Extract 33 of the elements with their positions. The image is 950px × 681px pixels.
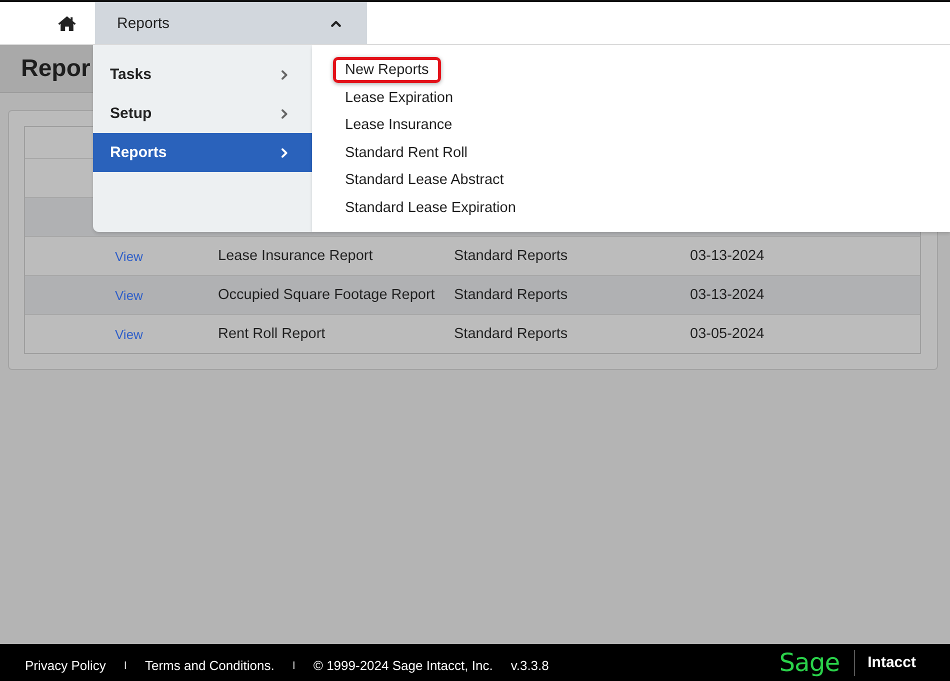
footer-text: v.3.3.8: [510, 658, 549, 673]
submenu-item[interactable]: Standard Lease Expiration: [333, 194, 528, 221]
footer-link[interactable]: Privacy Policy: [25, 658, 106, 673]
separator-text: I: [292, 660, 296, 672]
chevron-right-icon: [281, 148, 288, 158]
table-cell-text: Rent Roll Report: [218, 326, 326, 342]
table-cell-text: Occupied Square Footage Report: [218, 287, 436, 303]
chevron-right-icon: [281, 108, 288, 118]
table-cell-text: Standard Reports: [454, 248, 569, 264]
separator-text: I: [124, 660, 127, 672]
menu-item[interactable]: Setup: [93, 94, 312, 133]
submenu-item[interactable]: Lease Expiration: [333, 84, 466, 111]
table-cell-text: 03-05-2024: [690, 326, 766, 342]
table-cell-text: Standard Reports: [454, 287, 569, 303]
page-title: Repor: [21, 54, 90, 82]
table-cell-text: 03-13-2024: [690, 287, 766, 303]
submenu-item[interactable]: Standard Rent Roll: [333, 140, 480, 166]
submenu-item[interactable]: Lease Insurance: [333, 112, 464, 138]
brand-logo-text: Sage: [779, 648, 840, 677]
submenu-item[interactable]: New Reports: [333, 57, 441, 83]
table-cell-text: 03-13-2024: [690, 248, 766, 264]
table-cell-text: Lease Insurance Report: [218, 248, 374, 264]
nav-tab[interactable]: Reports: [95, 2, 367, 44]
submenu-item[interactable]: Standard Lease Abstract: [333, 167, 516, 194]
chevron-right-icon: [281, 70, 288, 80]
caret-up-icon: [331, 20, 341, 26]
menu-item[interactable]: Reports: [93, 133, 312, 172]
home-icon: [58, 16, 76, 30]
menu-item[interactable]: Tasks: [93, 55, 312, 94]
product-name: Intacct: [868, 654, 916, 671]
table-cell-text: Standard Reports: [454, 326, 569, 342]
footer-text: © 1999-2024 Sage Intacct, Inc.: [313, 658, 493, 673]
footer-link[interactable]: Terms and Conditions.: [144, 658, 274, 673]
